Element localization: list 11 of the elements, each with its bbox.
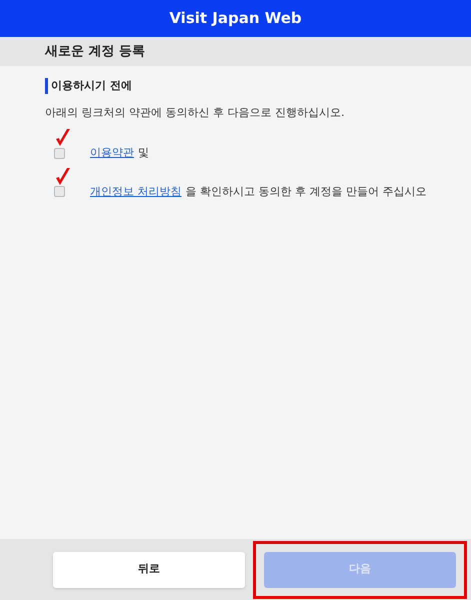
- section-heading: 이용하시기 전에: [51, 78, 132, 94]
- page-title: 새로운 계정 등록: [45, 42, 146, 61]
- checkbox[interactable]: [54, 148, 65, 159]
- back-button[interactable]: 뒤로: [53, 552, 245, 588]
- agreement-text: 및: [138, 145, 149, 161]
- app-title: Visit Japan Web: [169, 8, 302, 30]
- agreement-text: 을 확인하시고 동의한 후 계정을 만들어 주십시오: [186, 184, 426, 200]
- checkbox[interactable]: [54, 186, 65, 198]
- terms-link[interactable]: 개인정보 처리방침: [90, 184, 182, 200]
- intro-text: 아래의 링크처의 약관에 동의하신 후 다음으로 진행하십시오.: [45, 104, 346, 120]
- terms-link[interactable]: 이용약관: [90, 145, 134, 162]
